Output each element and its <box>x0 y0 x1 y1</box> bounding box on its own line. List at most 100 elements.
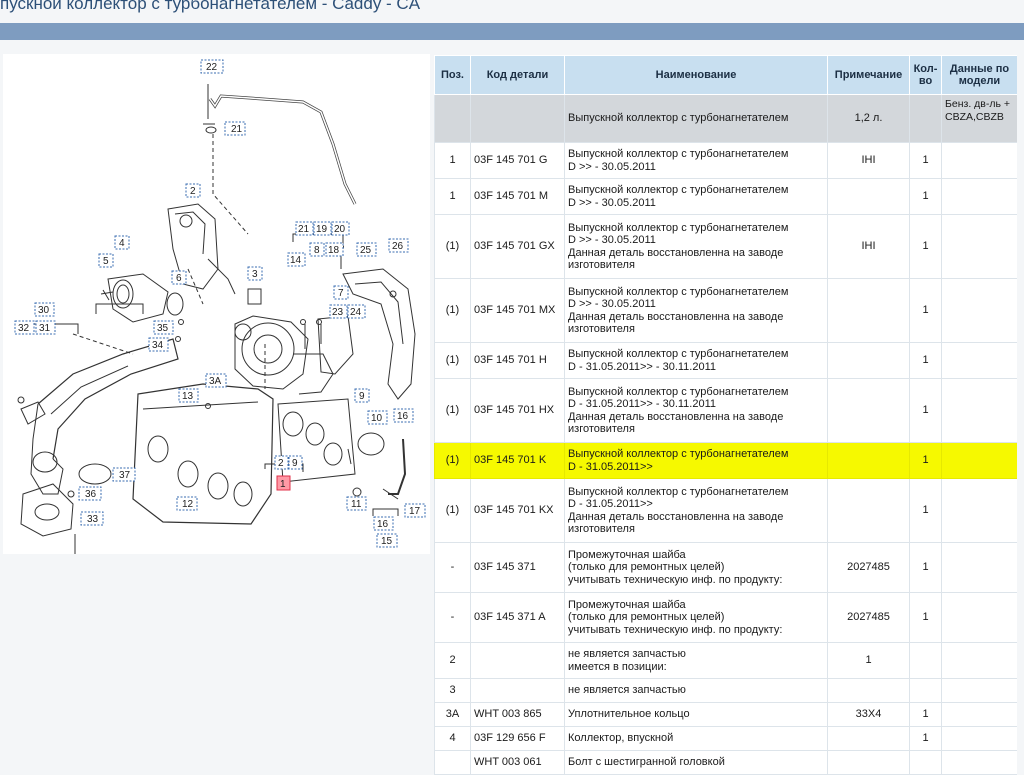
table-row[interactable]: WHT 003 061 Болт с шестигранной головкой <box>434 750 1017 775</box>
table-row[interactable]: -03F 145 371 A Промежуточная шайба (только… <box>434 592 1017 643</box>
table-row[interactable]: (1) 03F 145 701 HX Выпускной коллектор с т… <box>434 378 1017 443</box>
cell-pos: 1 <box>434 178 471 215</box>
table-row[interactable]: (1) 03F 145 701 KX Выпускной коллектор с т… <box>434 478 1017 543</box>
cell-code[interactable]: 03F 145 701 GX <box>470 214 565 279</box>
cell-note <box>827 726 910 751</box>
header-name[interactable]: Наименование <box>564 55 828 95</box>
header-pos[interactable]: Поз. <box>434 55 471 95</box>
svg-text:4: 4 <box>119 238 125 249</box>
name-line: изготовителя <box>568 259 635 271</box>
table-row[interactable]: 4 03F 129 656 F Коллектор, впускной 1 <box>434 726 1017 751</box>
cell-code[interactable] <box>470 678 565 703</box>
parts-table-body: Выпускной коллектор с турбонагнетателем 1… <box>434 94 1017 775</box>
name-line: Выпускной коллектор с турбонагнетателем <box>568 112 789 125</box>
cell-code[interactable]: 03F 145 701 KX <box>470 478 565 543</box>
svg-text:30: 30 <box>38 305 50 316</box>
cell-qty: 1 <box>909 378 942 443</box>
name-line: D >> - 30.05.2011 <box>568 160 656 173</box>
cell-pos: 3A <box>434 702 471 727</box>
cell-model <box>941 726 1017 751</box>
cell-name: Выпускной коллектор с турбонагнетателем D… <box>564 378 828 443</box>
svg-text:8: 8 <box>314 245 320 256</box>
svg-text:16: 16 <box>377 519 389 530</box>
cell-model <box>941 750 1017 775</box>
svg-text:20: 20 <box>334 224 346 235</box>
cell-name: Выпускной коллектор с турбонагнетателем D… <box>564 442 828 479</box>
table-row-selected[interactable]: (1) 03F 145 701 K Выпускной коллектор с ту… <box>434 442 1017 479</box>
name-line: Выпускной коллектор с турбонагнетателем <box>568 184 789 196</box>
name-line: Выпускной коллектор с турбонагнетателем <box>568 385 789 398</box>
name-line: не является запчастью <box>568 648 686 660</box>
cell-code[interactable]: 03F 145 701 G <box>470 142 565 179</box>
svg-text:11: 11 <box>351 499 362 510</box>
cell-pos: (1) <box>434 378 471 443</box>
cell-qty: 1 <box>909 442 942 479</box>
cell-note: 1 <box>827 642 910 679</box>
cell-code[interactable]: 03F 129 656 F <box>470 726 565 751</box>
name-line: учитывать техническую инф. по продукту: <box>568 623 783 636</box>
cell-pos: 2 <box>434 642 471 679</box>
cell-code[interactable]: 03F 145 701 M <box>470 178 565 215</box>
parts-table-container: Поз. Код детали Наименование Примечание … <box>434 55 1017 775</box>
name-line: Коллектор, впускной <box>568 732 674 745</box>
svg-text:23: 23 <box>332 307 344 318</box>
header-note[interactable]: Примечание <box>827 55 910 95</box>
cell-pos: 4 <box>434 726 471 751</box>
cell-code[interactable] <box>470 642 565 679</box>
cell-note <box>827 342 910 379</box>
name-line: (только для ремонтных целей) <box>568 561 725 574</box>
cell-qty <box>909 678 942 703</box>
header-code[interactable]: Код детали <box>470 55 565 95</box>
cell-pos: (1) <box>434 214 471 279</box>
cell-code[interactable]: 03F 145 701 H <box>470 342 565 379</box>
cell-note: IHI <box>827 214 910 279</box>
table-row[interactable]: Выпускной коллектор с турбонагнетателем 1… <box>434 94 1017 143</box>
svg-text:7: 7 <box>338 288 344 299</box>
cell-note: 2027485 <box>827 542 910 593</box>
cell-model <box>941 678 1017 703</box>
svg-text:17: 17 <box>409 506 421 517</box>
svg-text:13: 13 <box>182 391 194 402</box>
table-row[interactable]: -03F 145 371 Промежуточная шайба (только д… <box>434 542 1017 593</box>
table-row[interactable]: (1) 03F 145 701 H Выпускной коллектор с ту… <box>434 342 1017 379</box>
cell-pos <box>434 94 471 143</box>
cell-code[interactable]: 03F 145 701 MX <box>470 278 565 343</box>
cell-qty: 1 <box>909 592 942 643</box>
name-line: D - 31.05.2011>> <box>568 460 653 473</box>
table-row[interactable]: 1 03F 145 701 G Выпускной коллектор с турб… <box>434 142 1017 179</box>
cell-code[interactable]: 03F 145 701 K <box>470 442 565 479</box>
table-row[interactable]: 3 не является запчастью <box>434 678 1017 703</box>
title-bar <box>0 23 1024 40</box>
cell-qty <box>909 642 942 679</box>
cell-qty: 1 <box>909 142 942 179</box>
name-line: Данная деталь восстановленна на заводе <box>568 410 784 423</box>
cell-code[interactable]: WHT 003 865 <box>470 702 565 727</box>
table-row[interactable]: 1 03F 145 701 M Выпускной коллектор с турб… <box>434 178 1017 215</box>
cell-model <box>941 214 1017 279</box>
cell-model <box>941 342 1017 379</box>
svg-text:34: 34 <box>152 340 164 351</box>
table-row[interactable]: (1) 03F 145 701 GX Выпускной коллектор с т… <box>434 214 1017 279</box>
table-header-row: Поз. Код детали Наименование Примечание … <box>434 55 1017 95</box>
cell-code[interactable]: 03F 145 371 <box>470 542 565 593</box>
table-row[interactable]: 2 не является запчастью имеется в позиции:… <box>434 642 1017 679</box>
svg-text:26: 26 <box>392 241 404 252</box>
cell-pos: (1) <box>434 278 471 343</box>
name-line: Данная деталь восстановленна на заводе <box>568 310 784 323</box>
cell-code[interactable]: WHT 003 061 <box>470 750 565 775</box>
name-line: (только для ремонтных целей) <box>568 611 725 624</box>
svg-text:25: 25 <box>360 245 372 256</box>
exploded-view-drawing: 22 21 2 4 5 6 3 19 20 21 8 18 14 25 26 7… <box>14 59 426 554</box>
table-row[interactable]: (1) 03F 145 701 MX Выпускной коллектор с т… <box>434 278 1017 343</box>
header-qty[interactable]: Кол-во <box>909 55 942 95</box>
parts-diagram[interactable]: 22 21 2 4 5 6 3 19 20 21 8 18 14 25 26 7… <box>3 54 430 554</box>
cell-code[interactable]: 03F 145 701 HX <box>470 378 565 443</box>
cell-code[interactable] <box>470 94 565 143</box>
svg-text:5: 5 <box>103 256 109 267</box>
name-line: Промежуточная шайба <box>568 548 686 561</box>
cell-code[interactable]: 03F 145 371 A <box>470 592 565 643</box>
cell-qty <box>909 750 942 775</box>
table-row[interactable]: 3A WHT 003 865 Уплотнительное кольцо 33X4 1 <box>434 702 1017 727</box>
cell-name: Выпускной коллектор с турбонагнетателем D… <box>564 214 828 279</box>
header-model[interactable]: Данные по модели <box>941 55 1017 95</box>
